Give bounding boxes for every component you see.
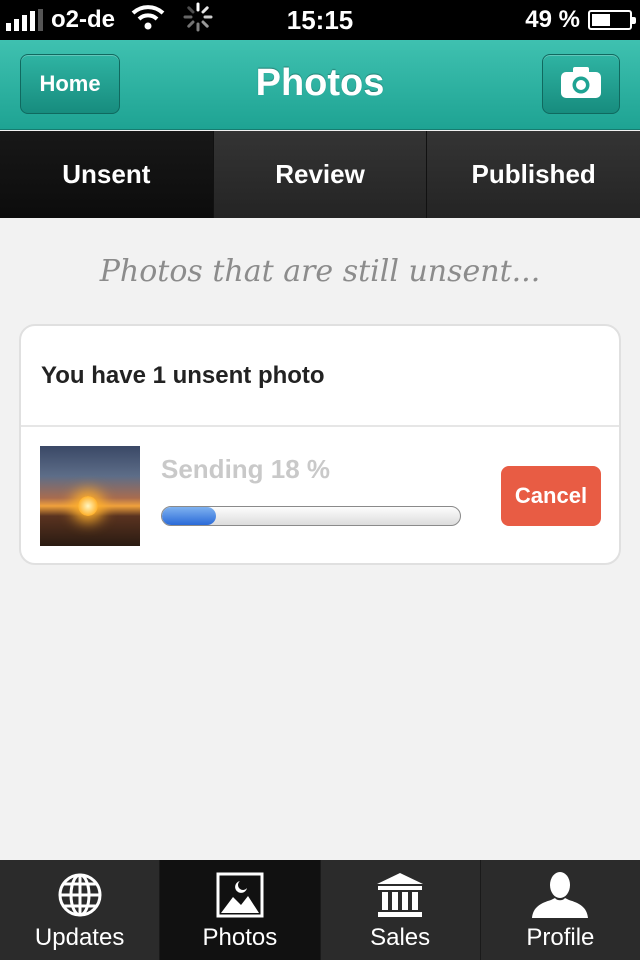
card-divider bbox=[21, 425, 619, 427]
cancel-button[interactable]: Cancel bbox=[501, 466, 601, 526]
globe-icon bbox=[56, 870, 104, 920]
bottom-tab-bar: Updates Photos Sales Profile bbox=[0, 860, 640, 960]
status-bar: o2-de 15:15 49 % bbox=[0, 0, 640, 40]
battery-icon bbox=[588, 10, 636, 30]
sending-status: Sending 18 % bbox=[161, 454, 331, 484]
tab-photos[interactable]: Photos bbox=[160, 860, 321, 960]
tab-review[interactable]: Review bbox=[213, 131, 428, 218]
tab-label: Photos bbox=[202, 924, 278, 951]
battery-percent: 49 % bbox=[525, 6, 580, 33]
tab-label: Profile bbox=[526, 924, 595, 951]
tab-updates[interactable]: Updates bbox=[0, 860, 161, 960]
section-subtitle: Photos that are still unsent... bbox=[99, 254, 541, 289]
navigation-bar: Home Photos bbox=[0, 40, 640, 130]
tab-published[interactable]: Published bbox=[427, 131, 640, 218]
tab-unsent[interactable]: Unsent bbox=[0, 131, 214, 218]
upload-progress-fill bbox=[162, 507, 216, 525]
tab-profile[interactable]: Profile bbox=[481, 860, 640, 960]
battery-level bbox=[592, 14, 610, 26]
upload-progress-bar bbox=[161, 506, 461, 526]
segmented-control: Unsent Review Published bbox=[0, 131, 640, 218]
unsent-count-title: You have 1 unsent photo bbox=[41, 362, 325, 389]
status-right: 49 % bbox=[525, 0, 636, 40]
tab-label: Sales bbox=[370, 924, 431, 951]
camera-icon bbox=[560, 65, 602, 104]
photo-icon bbox=[216, 870, 264, 920]
camera-button[interactable] bbox=[542, 54, 620, 114]
bank-icon bbox=[375, 870, 425, 920]
tab-label: Updates bbox=[34, 924, 125, 951]
tab-sales[interactable]: Sales bbox=[321, 860, 481, 960]
unsent-card: You have 1 unsent photo Sending 18 % Can… bbox=[19, 324, 621, 565]
person-icon bbox=[531, 870, 589, 920]
sun-shape bbox=[78, 496, 98, 516]
main-content: Photos that are still unsent... You have… bbox=[0, 218, 640, 860]
photo-thumbnail[interactable] bbox=[40, 446, 140, 546]
